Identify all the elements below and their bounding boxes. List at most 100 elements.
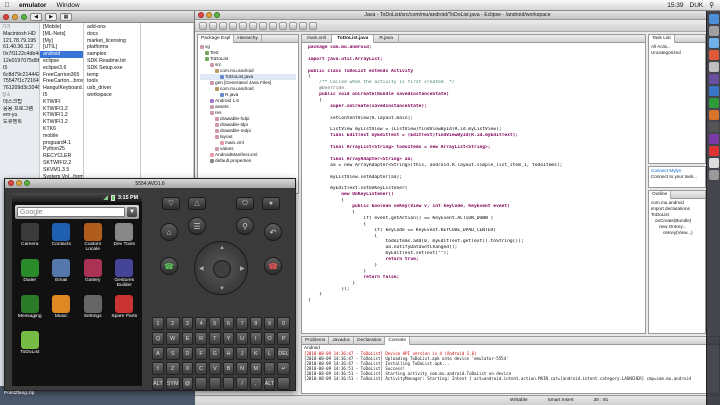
dpad-down-icon[interactable]: ▼ — [219, 286, 225, 292]
app-dock-icon[interactable] — [708, 146, 719, 156]
keyboard-key[interactable]: DEL — [277, 347, 290, 360]
finder-list-item[interactable]: KTWIFI1.2 — [40, 106, 83, 113]
preferences-dock-icon[interactable] — [708, 62, 719, 72]
editor-tab-r-java[interactable]: R.java — [374, 34, 399, 43]
keyboard-key[interactable]: V — [208, 362, 221, 375]
dpad-up-icon[interactable]: ▲ — [219, 245, 225, 251]
keyboard-key[interactable]: 6 — [222, 317, 235, 330]
word-dock-icon[interactable] — [708, 86, 719, 96]
new-icon[interactable] — [199, 21, 207, 30]
back-icon[interactable]: ◀ — [30, 12, 42, 21]
outline-item[interactable]: onKey(View...) — [651, 230, 703, 236]
eclipse-purple-dock-icon[interactable] — [708, 134, 719, 144]
dpad-right-icon[interactable]: ▶ — [240, 265, 245, 272]
close-icon[interactable] — [198, 12, 204, 18]
finder-list-item[interactable]: SDK Readme.txt — [84, 58, 140, 65]
finder-list-item[interactable]: android — [40, 51, 83, 58]
close-icon[interactable] — [3, 13, 9, 20]
finder-list-item[interactable]: SKTWIFI2.2 — [40, 160, 83, 167]
volume-up-icon[interactable]: △ — [188, 197, 206, 210]
sidebar-place[interactable]: 응용 프로그램 — [0, 106, 39, 113]
view-columns-icon[interactable]: ▦ — [60, 12, 72, 21]
zoom-icon[interactable] — [24, 180, 30, 186]
keyboard-key[interactable]: . — [263, 362, 276, 375]
menubar-user[interactable]: DUK — [690, 2, 704, 9]
app-icon-email[interactable]: Email — [46, 259, 78, 288]
tab-package-explorer[interactable]: Package Expl — [198, 34, 235, 43]
finder-list-item[interactable]: [ML-Nets] — [40, 31, 83, 38]
finder-list-item[interactable]: platforms — [84, 44, 140, 51]
back-icon[interactable]: ↶ — [264, 223, 282, 241]
keyboard-key[interactable]: W — [165, 332, 180, 345]
finder-list-item[interactable]: I5 — [40, 92, 83, 99]
save-icon[interactable] — [209, 21, 217, 30]
finder-list-item[interactable]: eclipse3.6 — [40, 65, 83, 72]
keyboard-key[interactable]: D — [181, 347, 194, 360]
keyboard-key[interactable] — [222, 377, 235, 390]
app-icon-messaging[interactable]: Messaging — [14, 295, 46, 324]
task-filter-all[interactable]: All — [651, 44, 656, 49]
tree-node[interactable]: default.properties — [200, 158, 296, 164]
dpad[interactable]: ▲ ▼ ◀ ▶ — [194, 241, 248, 295]
spotlight-icon[interactable]: ⚲ — [709, 1, 714, 9]
finder-list-item[interactable]: samples — [84, 51, 140, 58]
keyboard-key[interactable]: F — [195, 347, 207, 360]
device-screen[interactable]: 3:15 PM Google ▼ Camera Contacts Custom Lo… — [12, 193, 142, 386]
keyboard-key[interactable]: 8 — [249, 317, 262, 330]
sidebar-item[interactable]: 75547f1c72164 — [0, 78, 39, 85]
sidebar-item[interactable]: Macintosh HD — [0, 31, 39, 38]
keyboard-key[interactable]: 1 — [152, 317, 164, 330]
finder-list-item[interactable]: SKVM1.3.5 — [40, 167, 83, 174]
keyboard-key[interactable]: 0 — [277, 317, 290, 330]
eclipse-dock-icon[interactable] — [708, 74, 719, 84]
task-filter-active[interactable]: Activ... — [657, 44, 670, 49]
finder-list-item[interactable]: KTK6 — [40, 126, 83, 133]
finder-list-item[interactable]: proguard4.1 — [40, 140, 83, 147]
dpad-center[interactable] — [213, 260, 231, 278]
sidebar-item[interactable]: 61.40.36.112 — [0, 44, 39, 51]
keyboard-key[interactable]: A — [152, 347, 164, 360]
finder-list-item[interactable]: docs — [84, 31, 140, 38]
finder-list-item[interactable]: KTWIFI1.2 — [40, 119, 83, 126]
camera-icon[interactable]: ● — [262, 197, 280, 210]
app-icon-todolist[interactable]: ToDoList — [14, 331, 46, 360]
keyboard-key[interactable]: SYM — [165, 377, 180, 390]
keyboard-key[interactable]: O — [263, 332, 276, 345]
source-code[interactable]: package com.mu.android; import java.util.… — [302, 43, 645, 304]
keyboard-key[interactable]: 5 — [208, 317, 221, 330]
tab-hierarchy[interactable]: Hierarchy — [234, 34, 262, 43]
finder-list-item[interactable]: [My] — [40, 38, 83, 45]
keyboard-key[interactable]: L — [263, 347, 276, 360]
folder-dock-icon[interactable] — [708, 158, 719, 168]
sidebar-item[interactable]: 6c8d79c214442 — [0, 72, 39, 79]
menubar-clock[interactable]: 15:39 — [667, 2, 683, 9]
keyboard-key[interactable]: R — [195, 332, 207, 345]
android-sdk-icon[interactable] — [229, 21, 237, 30]
search-go-icon[interactable]: ▼ — [127, 207, 137, 217]
sidebar-item[interactable]: 0x7f1122c4db4d0 — [0, 51, 39, 58]
finder-list-item[interactable]: KTWIFI1.2 — [40, 112, 83, 119]
search-icon[interactable] — [309, 21, 317, 30]
finder-list-item[interactable]: usb_driver — [84, 85, 140, 92]
app-icon-custom-locale[interactable]: Custom Locale — [77, 223, 109, 252]
zoom-icon[interactable] — [21, 13, 27, 20]
sidebar-place[interactable]: 도큐멘트 — [0, 119, 39, 126]
keyboard-key[interactable]: S — [165, 347, 180, 360]
keyboard-key[interactable]: 3 — [181, 317, 194, 330]
keyboard-key[interactable]: T — [208, 332, 221, 345]
finder-list-item[interactable]: RECYCLER — [40, 153, 83, 160]
google-search-box[interactable]: Google — [17, 207, 125, 217]
powerpoint-dock-icon[interactable] — [708, 110, 719, 120]
power-icon[interactable]: ⏻ — [236, 197, 254, 210]
forward-icon[interactable]: ▶ — [45, 12, 57, 21]
finder-list-item[interactable]: [UTIL] — [40, 44, 83, 51]
dpad-left-icon[interactable]: ◀ — [199, 265, 204, 272]
app-icon-dialer[interactable]: Dialer — [14, 259, 46, 288]
keyboard-key[interactable]: K — [249, 347, 262, 360]
finder-list-item[interactable]: KTWIFI — [40, 99, 83, 106]
minimize-icon[interactable] — [206, 12, 212, 18]
keyboard-key[interactable]: ALT — [263, 377, 276, 390]
minimize-icon[interactable] — [12, 13, 18, 20]
finder-list-item[interactable]: add-ons — [84, 24, 140, 31]
zoom-icon[interactable] — [214, 12, 220, 18]
